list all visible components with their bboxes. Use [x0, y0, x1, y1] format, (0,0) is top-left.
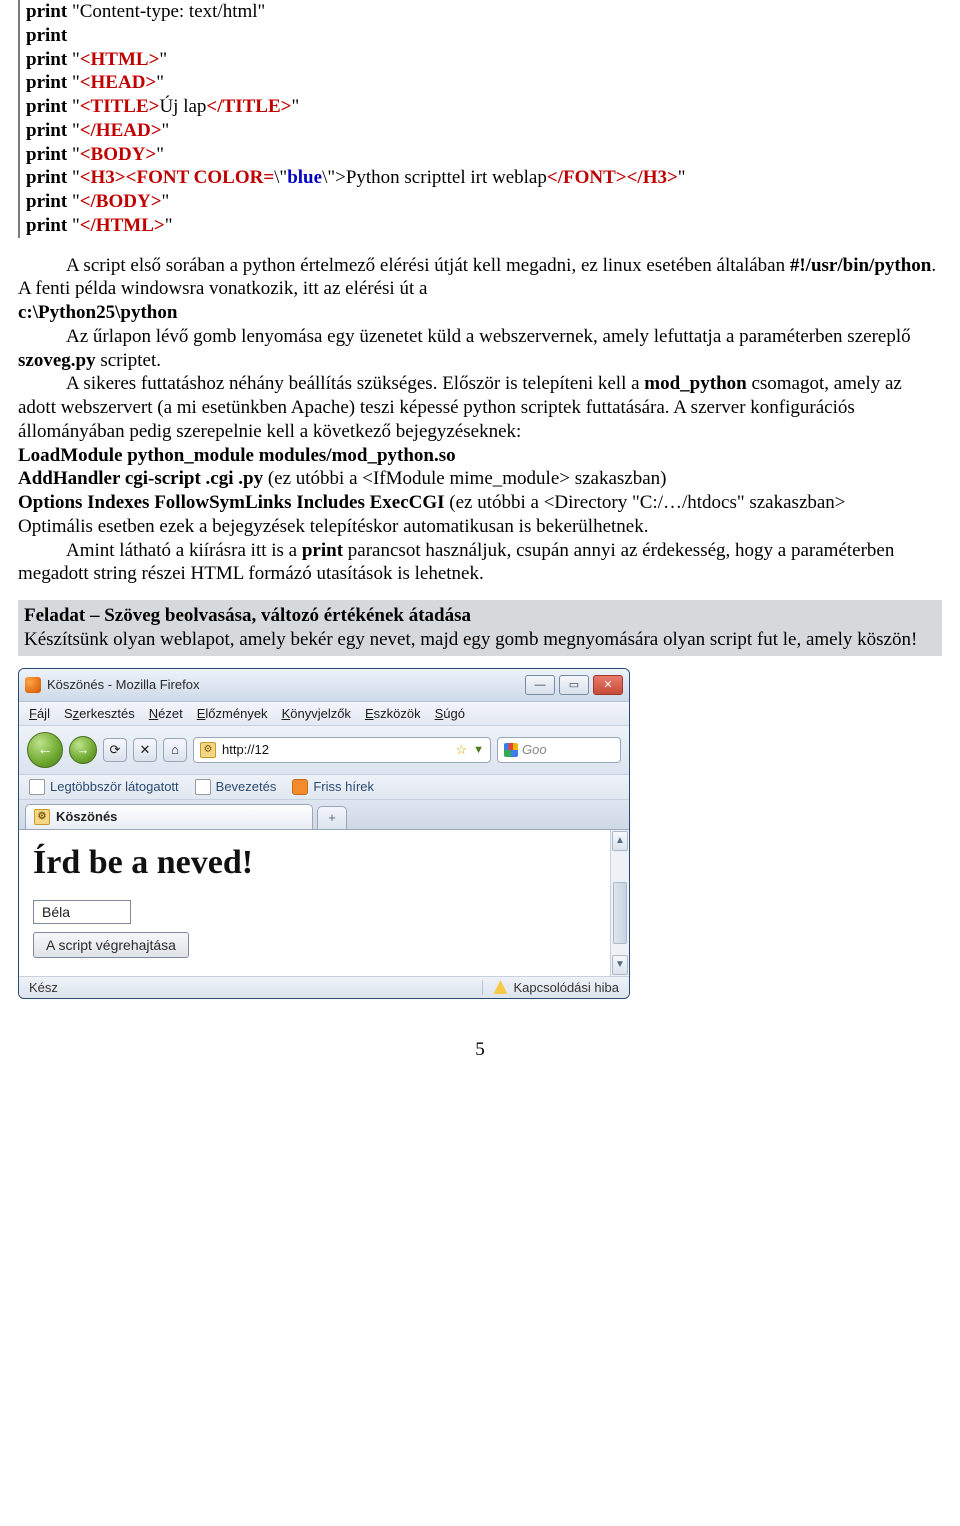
- connection-status: Kapcsolódási hiba: [513, 980, 619, 995]
- stop-button[interactable]: ✕: [133, 738, 157, 762]
- html-tag: <HTML>: [80, 49, 160, 70]
- task-title: Feladat – Szöveg beolvasása, változó ért…: [24, 605, 471, 626]
- search-placeholder: Goo: [522, 742, 547, 757]
- kw-print: print: [26, 144, 67, 165]
- html-tag: <H3><FONT COLOR=: [80, 167, 274, 188]
- page-number: 5: [18, 1039, 942, 1061]
- address-bar[interactable]: ⚙ http://12 ☆ ▼: [193, 737, 491, 763]
- task-box: Feladat – Szöveg beolvasása, változó ért…: [18, 600, 942, 656]
- menu-bookmarks[interactable]: Könyvjelzők: [282, 706, 351, 721]
- bookmarks-bar: Legtöbbször látogatott Bevezetés Friss h…: [19, 775, 629, 800]
- scroll-up-icon[interactable]: ▲: [612, 831, 628, 851]
- home-button[interactable]: ⌂: [163, 738, 187, 762]
- html-tag: <BODY>: [80, 144, 157, 165]
- menu-view[interactable]: Nézet: [149, 706, 183, 721]
- name-input[interactable]: Béla: [33, 900, 131, 924]
- kw-print: print: [26, 120, 67, 141]
- bookmark-rss[interactable]: Friss hírek: [292, 779, 374, 795]
- address-url: http://12: [222, 742, 449, 757]
- forward-button[interactable]: →: [69, 736, 97, 764]
- html-tag: </HEAD>: [80, 120, 162, 141]
- bookmark-intro[interactable]: Bevezetés: [195, 779, 277, 795]
- html-tag: </FONT></H3>: [547, 167, 678, 188]
- back-button[interactable]: ←: [27, 732, 63, 768]
- html-tag: <HEAD>: [80, 72, 157, 93]
- minimize-button[interactable]: —: [525, 675, 555, 695]
- menu-help[interactable]: Súgó: [435, 706, 465, 721]
- menubar: Fájl Szerkesztés Nézet Előzmények Könyvj…: [19, 702, 629, 726]
- kw-print: print: [26, 96, 67, 117]
- search-input[interactable]: Goo: [497, 737, 621, 763]
- kw-print: print: [26, 25, 67, 46]
- scroll-down-icon[interactable]: ▼: [612, 955, 628, 975]
- close-button[interactable]: ✕: [593, 675, 623, 695]
- task-desc: Készítsünk olyan weblapot, amely bekér e…: [24, 629, 917, 650]
- firefox-screenshot: Köszönés - Mozilla Firefox — ▭ ✕ Fájl Sz…: [18, 668, 630, 999]
- run-script-button[interactable]: A script végrehajtása: [33, 932, 189, 958]
- html-tag: <TITLE>: [80, 96, 160, 117]
- warning-icon: [493, 980, 507, 994]
- page-icon: [29, 779, 45, 795]
- tab-strip: ⚙ Köszönés +: [19, 800, 629, 830]
- vertical-scrollbar[interactable]: ▲ ▼: [610, 830, 629, 976]
- status-bar: Kész Kapcsolódási hiba: [19, 977, 629, 998]
- code-text: "Content-type: text/html": [67, 1, 265, 22]
- body-text: A script első sorában a python értelmező…: [18, 254, 942, 587]
- bookmark-most-visited[interactable]: Legtöbbször látogatott: [29, 779, 179, 795]
- firefox-icon: [25, 677, 41, 693]
- scroll-thumb[interactable]: [613, 882, 627, 944]
- tab-label: Köszönés: [56, 809, 117, 824]
- window-title: Köszönés - Mozilla Firefox: [47, 677, 525, 692]
- kw-print: print: [26, 167, 67, 188]
- menu-edit[interactable]: Szerkesztés: [64, 706, 135, 721]
- page-heading: Írd be a neved!: [33, 844, 596, 882]
- kw-print: print: [26, 1, 67, 22]
- google-icon: [504, 743, 518, 757]
- kw-print: print: [26, 215, 67, 236]
- color-value: blue: [287, 167, 322, 188]
- tab-favicon-icon: ⚙: [34, 809, 50, 825]
- html-tag: </HTML>: [80, 215, 165, 236]
- rss-icon: [292, 779, 308, 795]
- page-icon: [195, 779, 211, 795]
- kw-print: print: [26, 49, 67, 70]
- nav-toolbar: ← → ⟳ ✕ ⌂ ⚙ http://12 ☆ ▼ Goo: [19, 726, 629, 775]
- menu-file[interactable]: Fájl: [29, 706, 50, 721]
- html-tag: </TITLE>: [206, 96, 291, 117]
- html-tag: </BODY>: [80, 191, 162, 212]
- page-content: Írd be a neved! Béla A script végrehajtá…: [19, 830, 629, 977]
- menu-tools[interactable]: Eszközök: [365, 706, 421, 721]
- site-favicon-icon: ⚙: [200, 742, 216, 758]
- maximize-button[interactable]: ▭: [559, 675, 589, 695]
- reload-button[interactable]: ⟳: [103, 738, 127, 762]
- status-text: Kész: [29, 980, 472, 995]
- tab-active[interactable]: ⚙ Köszönés: [25, 804, 313, 829]
- kw-print: print: [26, 72, 67, 93]
- code-block: print "Content-type: text/html" print pr…: [18, 0, 942, 238]
- address-dropdown-icon[interactable]: ▼: [473, 744, 484, 756]
- menu-history[interactable]: Előzmények: [197, 706, 268, 721]
- new-tab-button[interactable]: +: [317, 806, 347, 829]
- kw-print: print: [26, 191, 67, 212]
- bookmark-star-icon[interactable]: ☆: [455, 742, 467, 758]
- window-titlebar[interactable]: Köszönés - Mozilla Firefox — ▭ ✕: [19, 669, 629, 702]
